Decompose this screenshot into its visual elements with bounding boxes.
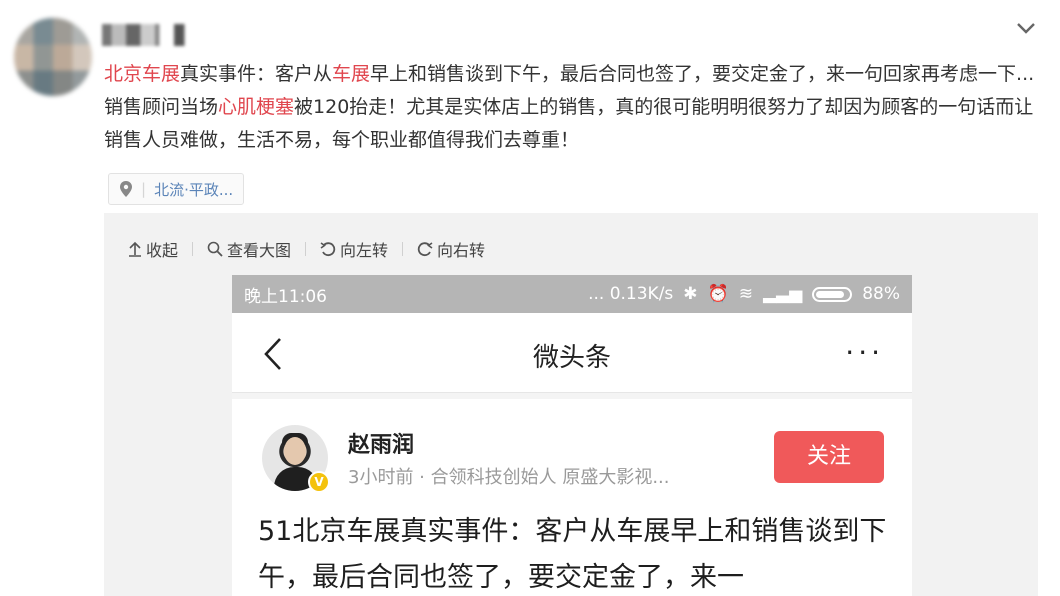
location-tag[interactable]: | 北流·平政... (108, 173, 245, 205)
rotate-left-icon (320, 242, 336, 257)
toolbar-divider (402, 242, 404, 256)
bluetooth-icon: ✱ (683, 284, 698, 304)
battery-percent: 88% (862, 284, 900, 304)
battery-icon (812, 286, 853, 302)
phone-status-bar: 晚上11:06 ... 0.13K/s ✱ ⏰ ≋ ▂▃▅ 88% (232, 275, 912, 313)
location-separator: | (141, 180, 147, 198)
rotate-left-label: 向左转 (340, 241, 389, 260)
status-time: 晚上11:06 (244, 286, 327, 307)
user-avatar[interactable] (14, 18, 92, 96)
network-speed: ... 0.13K/s (588, 284, 674, 304)
search-icon (207, 241, 223, 257)
view-large-label: 查看大图 (227, 241, 292, 260)
article-headline[interactable]: 51北京车展真实事件：客户从车展早上和销售谈到下午，最后合同也签了，要交定金了，… (258, 509, 888, 596)
author-avatar-face (284, 437, 306, 465)
signal-icon: ▂▃▅ (762, 284, 803, 304)
rotate-left-button[interactable]: 向左转 (320, 237, 388, 261)
post-text-segment: 真实事件：客户从 (180, 63, 333, 85)
verified-badge-icon: V (308, 471, 330, 493)
username[interactable]: ning (102, 24, 198, 46)
location-label[interactable]: 北流·平政... (154, 179, 233, 200)
author-name[interactable]: 赵雨润 (348, 427, 414, 459)
more-icon[interactable]: ··· (845, 339, 884, 367)
follow-button[interactable]: 关注 (774, 431, 884, 483)
author-meta: 3小时前 · 合领科技创始人 原盛大影视... (348, 467, 670, 488)
location-pin-icon (120, 181, 132, 197)
toolbar-divider (305, 242, 307, 256)
view-large-button[interactable]: 查看大图 (207, 237, 291, 261)
phone-nav-bar: 微头条 ··· (232, 313, 912, 393)
toolbar-divider (192, 242, 194, 256)
status-indicators: ... 0.13K/s ✱ ⏰ ≋ ▂▃▅ 88% (588, 284, 900, 304)
collapse-icon (129, 241, 141, 257)
post-link[interactable]: 北京车展 (104, 63, 180, 85)
collapse-button[interactable]: 收起 (128, 237, 178, 261)
alarm-icon: ⏰ (707, 284, 729, 304)
post-link[interactable]: 车展 (332, 63, 370, 85)
chevron-down-icon[interactable] (1015, 18, 1037, 38)
rotate-right-button[interactable]: 向右转 (417, 237, 485, 261)
image-toolbar: 收起 查看大图 向左转 向右转 (128, 237, 485, 261)
post-link[interactable]: 心肌梗塞 (218, 96, 294, 118)
rotate-right-label: 向右转 (437, 241, 486, 260)
wifi-icon: ≋ (738, 284, 753, 304)
post-text: 北京车展真实事件：客户从车展早上和销售谈到下午，最后合同也签了，要交定金了，来一… (104, 58, 1044, 157)
nav-title: 微头条 (532, 343, 611, 373)
rotate-right-icon (417, 242, 433, 257)
collapse-label: 收起 (146, 241, 179, 260)
screenshot-image[interactable]: 晚上11:06 ... 0.13K/s ✱ ⏰ ≋ ▂▃▅ 88% 微头条 ··… (232, 275, 912, 596)
article-card: V 赵雨润 3小时前 · 合领科技创始人 原盛大影视... 关注 51北京车展真… (232, 399, 912, 596)
